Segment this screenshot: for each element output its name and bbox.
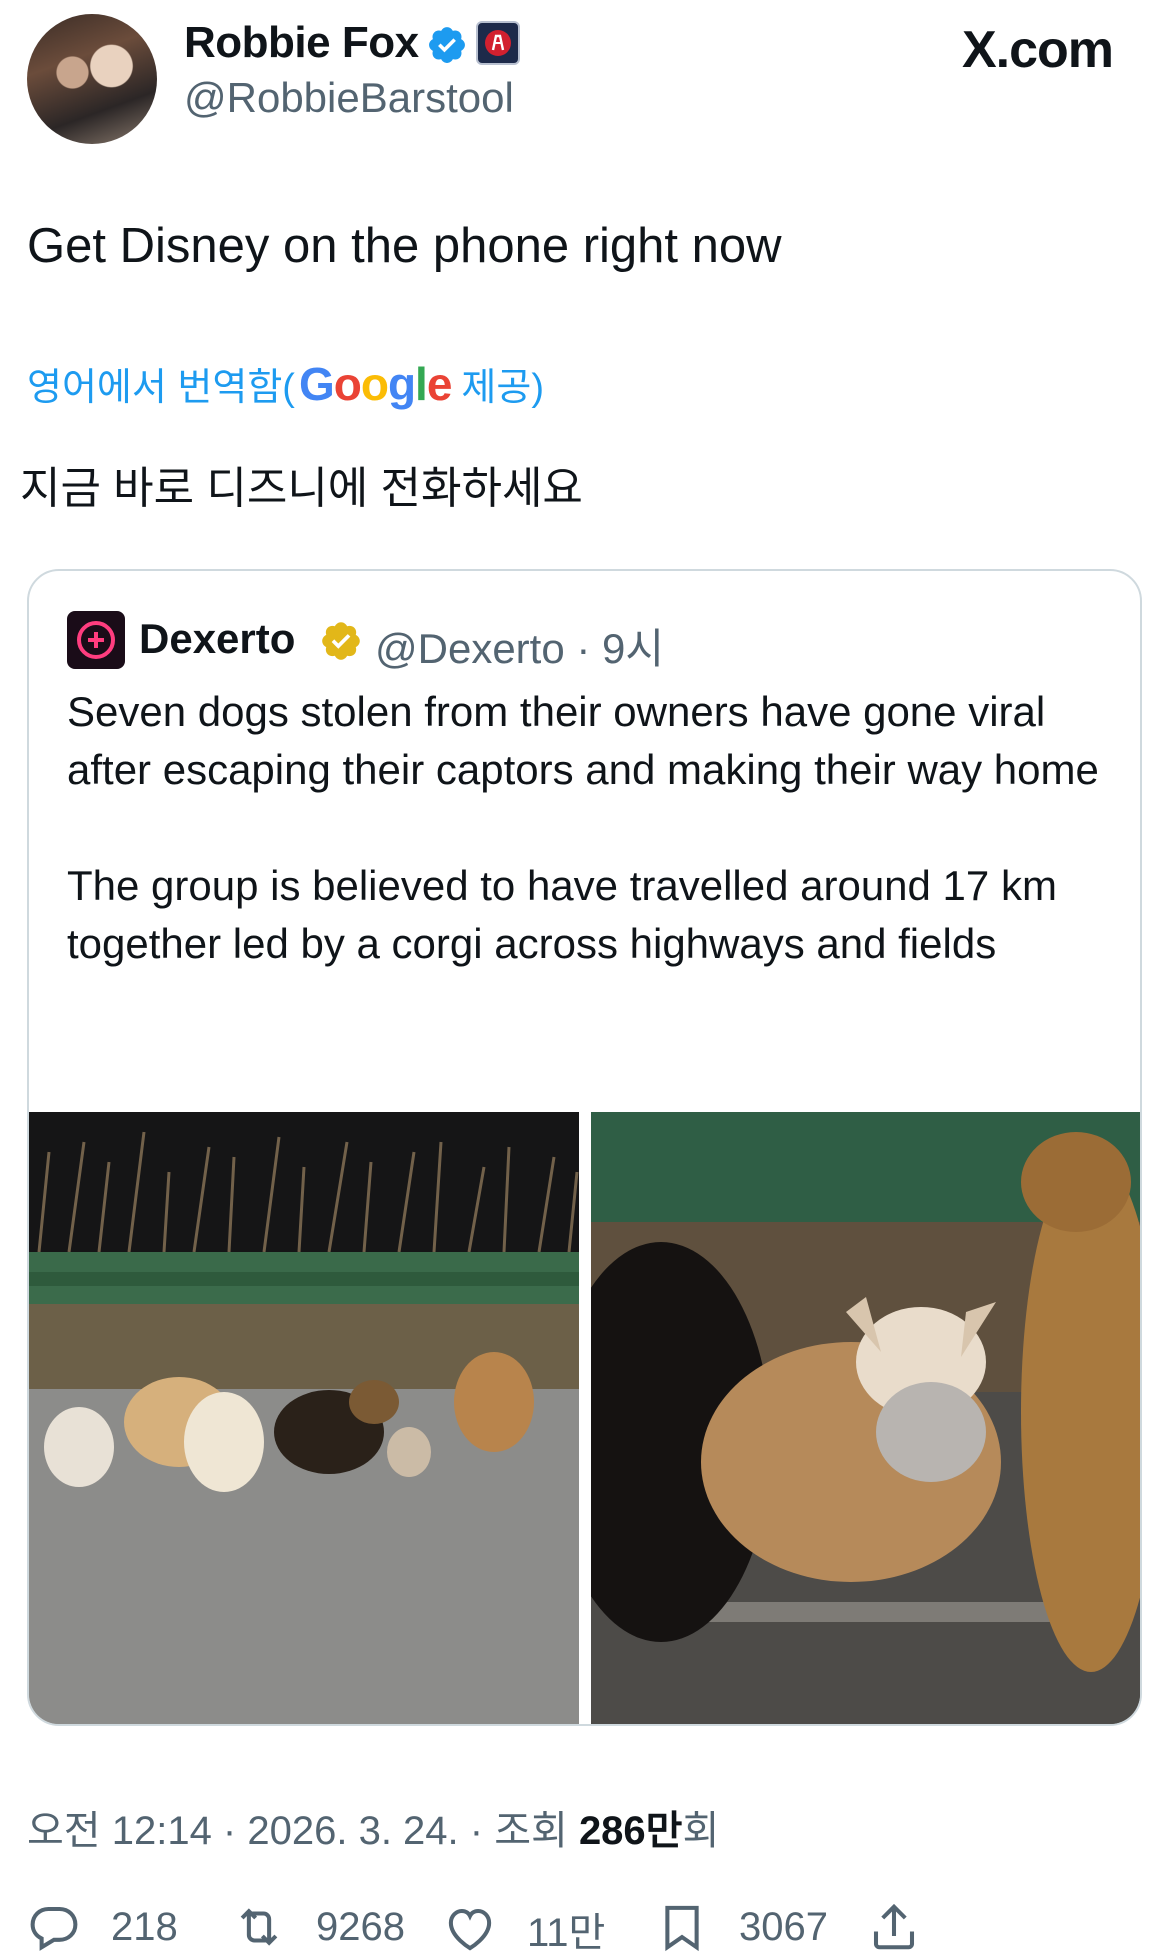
reply-count: 218 xyxy=(111,1904,178,1949)
gold-verified-badge-icon xyxy=(322,622,360,660)
bookmark-count: 3067 xyxy=(739,1904,828,1949)
quoted-time[interactable]: 9시 xyxy=(602,625,664,672)
repost-icon xyxy=(240,1908,278,1946)
share-icon xyxy=(873,1903,915,1950)
tweet-text: Get Disney on the phone right now xyxy=(27,219,782,273)
translation-attribution[interactable]: 영어에서 번역함( Google 제공) xyxy=(27,356,544,411)
quoted-paragraph: Seven dogs stolen from their owners have… xyxy=(67,688,1099,793)
author-avatar[interactable] xyxy=(27,14,157,144)
action-bar: 218 9268 11만 3067 xyxy=(27,1900,1142,1960)
heart-icon xyxy=(448,1908,492,1951)
post-time[interactable]: 오전 12:14 xyxy=(27,1809,212,1853)
quoted-avatar[interactable] xyxy=(67,611,125,669)
post-date[interactable]: 2026. 3. 24. xyxy=(247,1809,458,1853)
views-label: 조회 xyxy=(494,1809,568,1853)
bookmark-button[interactable]: 3067 xyxy=(655,1900,828,1954)
author-name[interactable]: Robbie Fox xyxy=(184,18,419,68)
views-count: 286만 xyxy=(578,1809,683,1853)
verified-badge-icon xyxy=(429,27,465,63)
site-label: X.com xyxy=(961,21,1114,79)
corgi-closeup-photo[interactable] xyxy=(591,1112,1140,1724)
translated-text: 지금 바로 디즈니에 전화하세요 xyxy=(20,464,583,513)
quoted-paragraph: The group is believed to have travelled … xyxy=(67,862,1057,967)
repost-button[interactable]: 9268 xyxy=(232,1900,405,1954)
google-logo-icon: Google xyxy=(298,357,452,410)
quoted-text: Seven dogs stolen from their owners have… xyxy=(67,683,1107,973)
translation-suffix: 제공) xyxy=(461,367,544,409)
quoted-author-name[interactable]: Dexerto xyxy=(139,615,295,663)
post-timestamp: 오전 12:14 · 2026. 3. 24. · 조회 286만회 xyxy=(27,1809,720,1853)
quoted-handle[interactable]: @Dexerto xyxy=(375,625,565,672)
share-button[interactable] xyxy=(867,1900,921,1954)
like-button[interactable]: 11만 xyxy=(443,1900,605,1958)
quoted-tweet-card[interactable]: Dexerto @Dexerto · 9시 Seven dogs stolen … xyxy=(27,569,1142,1726)
views-suffix: 회 xyxy=(682,1809,720,1853)
reply-button[interactable]: 218 xyxy=(27,1900,178,1954)
like-count: 11만 xyxy=(527,1911,606,1955)
bookmark-icon xyxy=(665,1905,699,1952)
author-handle[interactable]: @RobbieBarstool xyxy=(184,74,514,122)
dogs-on-road-photo[interactable] xyxy=(29,1112,579,1724)
translation-prefix: 영어에서 번역함( xyxy=(27,367,295,409)
quoted-meta: @Dexerto · 9시 xyxy=(375,625,665,672)
reply-icon xyxy=(30,1906,78,1951)
repost-count: 9268 xyxy=(316,1904,405,1949)
barstool-logo-icon[interactable] xyxy=(476,21,520,65)
